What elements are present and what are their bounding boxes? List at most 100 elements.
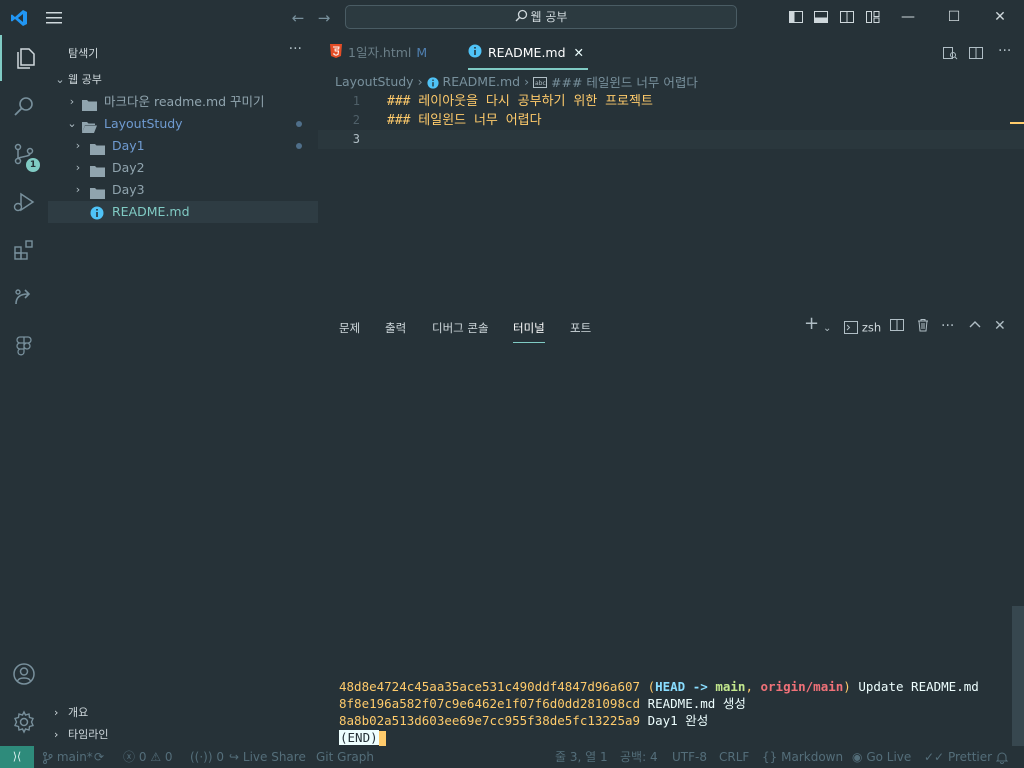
line-number: 3 [352,132,360,146]
ports-indicator[interactable]: ((·)) 0 [190,746,224,768]
close-panel-icon[interactable]: ✕ [994,318,1006,334]
code-editor[interactable]: 1 ### 레이아웃을 다시 공부하기 위한 프로젝트 2 ### 테일윈드 너… [318,92,1024,302]
terminal-line: 8f8e196a582f07c9e6462e1f07f6d0dd281098cd… [339,695,746,712]
more-actions-icon[interactable]: ··· [998,43,1011,59]
tree-item-day1-folder[interactable]: › Day1 [48,135,318,157]
extensions-icon[interactable] [0,227,48,273]
hamburger-menu-icon[interactable] [44,10,64,26]
settings-gear-icon[interactable] [0,699,48,745]
accounts-icon[interactable] [0,651,48,697]
open-preview-icon[interactable] [942,45,958,61]
tab-output[interactable]: 출력 [385,320,406,342]
command-center-search[interactable]: 웹 공부 [345,5,737,29]
warning-icon: ⚠ [150,750,162,764]
sync-icon[interactable]: ⟳ [94,746,104,768]
tab-readme[interactable]: README.md ✕ [468,35,588,70]
close-tab-icon[interactable]: ✕ [574,45,584,60]
maximize-panel-chevron-up-icon[interactable] [968,318,982,336]
tree-item-markdown-folder[interactable]: › 마크다운 readme.md 꾸미기 [48,91,318,113]
tab-ports[interactable]: 포트 [570,320,591,342]
tab-terminal[interactable]: 터미널 [513,320,545,343]
kill-terminal-trash-icon[interactable] [916,318,930,336]
editor-line-current: 3 [318,130,1024,149]
broadcast-icon: ◉ [852,750,863,764]
folder-icon [90,140,105,155]
split-terminal-icon[interactable] [890,318,904,336]
split-editor-icon[interactable] [968,45,984,61]
tree-item-layoutstudy-folder[interactable]: ⌄ LayoutStudy [48,113,318,135]
customize-layout-icon[interactable] [865,9,881,25]
maximize-button[interactable]: ☐ [944,8,964,26]
ref-arrow: -> [692,679,708,694]
terminal-shell-selector[interactable]: zsh [844,319,881,336]
overview-ruler-mark [1010,122,1024,124]
double-check-icon: ✓✓ [924,750,945,764]
line-text: ### 레이아웃을 다시 공부하기 위한 프로젝트 [387,94,653,109]
back-arrow-icon[interactable]: ← [289,9,307,27]
more-actions-icon[interactable]: ··· [941,318,954,334]
commit-message: Day1 완성 [647,713,709,728]
tab-1-html[interactable]: 1일자.html M [330,35,427,70]
line-text: ### 테일윈드 너무 어렵다 [387,113,542,128]
live-share-icon[interactable] [0,275,48,321]
folder-open-icon [82,118,97,133]
forward-arrow-icon[interactable]: → [315,9,333,27]
tree-item-day3-folder[interactable]: › Day3 [48,179,318,201]
tab-debug-console[interactable]: 디버그 콘솔 [432,320,489,342]
svg-text:abc: abc [535,80,546,87]
breadcrumb-symbol[interactable]: ### 테일윈드 너무 어렵다 [551,75,698,90]
toggle-panel-icon[interactable] [813,9,829,25]
line-number: 2 [352,113,360,127]
terminal-line: 48d8e4724c45aa35ace531c490ddf4847d96a607… [339,679,979,694]
folder-icon [82,96,97,111]
tree-item-label: Day3 [112,182,145,197]
explorer-sidebar: 탐색기 ··· ⌄ 웹 공부 › 마크다운 readme.md 꾸미기 ⌄ La… [48,35,318,746]
minimize-button[interactable]: — [898,8,918,26]
go-live-label: Go Live [866,750,912,764]
git-graph-status[interactable]: Git Graph [316,746,374,768]
cursor-position[interactable]: 줄 3, 열 1 [555,746,608,768]
tree-item-day2-folder[interactable]: › Day2 [48,157,318,179]
more-actions-icon[interactable]: ··· [289,41,302,57]
info-icon [468,36,482,71]
explorer-icon[interactable] [0,35,48,81]
toggle-primary-sidebar-icon[interactable] [788,9,804,25]
branch-indicator[interactable]: main* [42,746,93,768]
indentation[interactable]: 공백: 4 [620,746,658,768]
language-mode[interactable]: {} Markdown [762,746,843,768]
search-text: 웹 공부 [530,10,568,24]
git-branch-icon [43,751,53,764]
prettier-status[interactable]: ✓✓ Prettier [924,746,992,768]
tree-item-readme-file[interactable]: README.md [48,201,318,223]
live-share-status[interactable]: ↪ Live Share [229,746,306,768]
tree-item-label: Day2 [112,160,145,175]
terminal-cursor [378,731,386,746]
breadcrumb-file[interactable]: README.md [443,74,521,89]
remote-indicator-icon[interactable]: ⟩⟨ [0,746,34,768]
go-live-button[interactable]: ◉ Go Live [852,746,911,768]
workspace-root[interactable]: ⌄ 웹 공부 [48,69,318,91]
problems-indicator[interactable]: ⓧ 0 ⚠ 0 [123,746,173,768]
search-icon[interactable] [0,83,48,129]
close-window-button[interactable]: ✕ [990,8,1010,26]
breadcrumb-folder[interactable]: LayoutStudy [335,74,414,89]
source-control-icon[interactable]: 1 [0,131,48,177]
terminal-scrollbar[interactable] [1012,606,1024,746]
modified-dot [296,143,302,149]
tab-problems[interactable]: 문제 [339,320,360,342]
new-terminal-plus-icon[interactable]: + [804,315,819,333]
outline-section[interactable]: › 개요 [48,702,318,724]
activity-bar: 1 [0,35,48,746]
tree-item-label: 마크다운 readme.md 꾸미기 [104,94,265,109]
chevron-right-icon: › [54,728,59,741]
toggle-secondary-sidebar-icon[interactable] [839,9,855,25]
line-ending[interactable]: CRLF [719,746,749,768]
notifications-bell-icon[interactable] [995,746,1009,768]
figma-icon[interactable] [0,323,48,369]
error-icon: ⓧ [123,750,136,764]
encoding[interactable]: UTF-8 [672,746,707,768]
timeline-section[interactable]: › 타임라인 [48,724,318,746]
run-debug-icon[interactable] [0,179,48,225]
line-number: 1 [352,94,360,108]
chevron-down-icon[interactable]: ⌄ [823,321,831,337]
